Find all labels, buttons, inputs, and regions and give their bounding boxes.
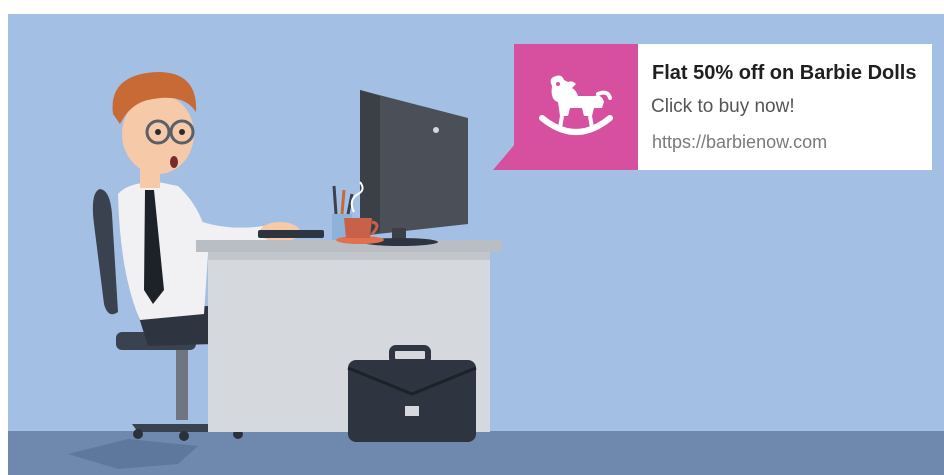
notification-body[interactable]: Flat 50% off on Barbie Dolls Click to bu… — [638, 44, 932, 170]
push-notification[interactable]: Flat 50% off on Barbie Dolls Click to bu… — [493, 44, 932, 170]
briefcase — [347, 345, 477, 442]
notification-icon-box — [514, 44, 638, 170]
notification-title: Flat 50% off on Barbie Dolls — [652, 62, 917, 84]
notification-url[interactable]: https://barbienow.com — [652, 132, 827, 153]
rocking-horse-icon — [539, 75, 613, 135]
notification-subtitle: Click to buy now! — [651, 96, 795, 117]
page-frame: Flat 50% off on Barbie Dolls Click to bu… — [0, 0, 944, 475]
keyboard — [258, 230, 324, 238]
